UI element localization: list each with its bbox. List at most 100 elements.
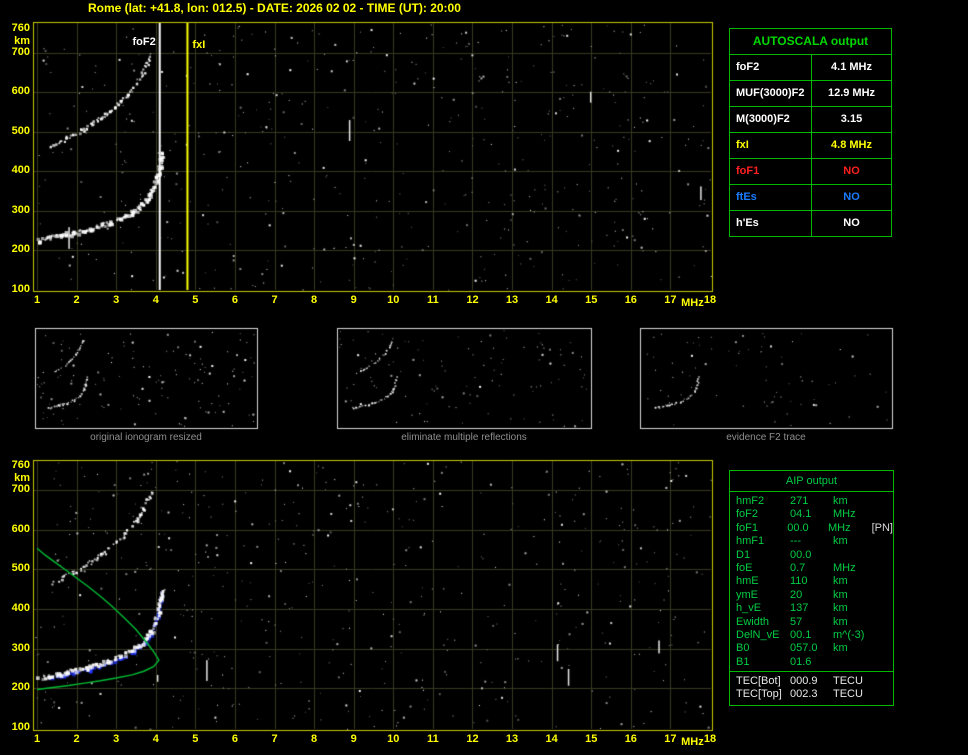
autoscala-param-value: NO (843, 217, 860, 229)
aip-param-label: TEC[Top] (736, 688, 782, 701)
aip-row-B1: B1 01.6 (730, 656, 893, 669)
x-tick-label: 14 (545, 733, 558, 745)
x-tick-label: 16 (624, 294, 637, 306)
x-tick-label: 13 (505, 733, 519, 745)
thumbnail-caption-original: original ionogram resized (90, 432, 202, 443)
aip-param-label: B0 (736, 642, 750, 655)
aip-param-value: 002.3 (790, 688, 818, 701)
autoscala-param-label: foF1 (730, 159, 812, 184)
aip-param-unit: MHz (833, 561, 856, 574)
autoscala-row-ftEs: ftEs NO (730, 185, 891, 211)
aip-param-unit: km (833, 642, 848, 655)
x-tick-label: 8 (311, 733, 318, 745)
y-tick-label: 700 (11, 45, 30, 58)
aip-row-D1: D1 00.0 (730, 549, 893, 562)
aip-param-unit: km (833, 615, 848, 628)
aip-row-foF2: foF2 04.1 MHz (730, 508, 893, 521)
x-tick-label: 7 (271, 733, 278, 745)
aip-param-label: hmE (736, 575, 759, 588)
aip-param-extra (879, 562, 893, 575)
station-date-time-title: Rome (lat: +41.8, lon: 012.5) - DATE: 20… (88, 1, 461, 15)
x-tick-label: 17 (664, 733, 677, 745)
autoscala-param-value: 4.1 MHz (831, 61, 872, 73)
y-tick-label: 500 (11, 562, 30, 575)
aip-param-label: ymE (736, 588, 758, 601)
y-tick-label: 760 (11, 459, 30, 471)
aip-param-extra (879, 675, 893, 688)
aip-param-unit: km (833, 575, 848, 588)
x-tick-label: 11 (427, 294, 439, 306)
x-tick-label: 17 (664, 294, 677, 306)
autoscala-param-label: fxI (730, 133, 812, 158)
x-tick-label: 10 (387, 294, 400, 306)
aip-param-extra (879, 535, 893, 548)
y-tick-label: 600 (11, 85, 30, 98)
aip-param-value: 00.1 (790, 628, 812, 641)
aip-output-rows: hmF2 271 km foF2 04.1 MHz foF1 00.0 MHz [PN] hmF1 -… (730, 492, 893, 671)
aip-param-label: foF2 (736, 508, 759, 521)
aip-param-extra (879, 575, 893, 588)
x-axis-unit-label: MHz (681, 736, 704, 748)
aip-row-hvE: h_vE 137 km (730, 602, 893, 615)
x-tick-label: 11 (427, 733, 439, 745)
fxI-annotation-label: fxI (192, 39, 206, 51)
y-tick-label: 400 (11, 164, 30, 177)
autoscala-param-label: M(3000)F2 (730, 107, 812, 132)
y-tick-label: 300 (11, 641, 30, 654)
autoscala-row-hEs: h'Es NO (730, 211, 891, 236)
x-tick-label: 6 (231, 294, 238, 306)
aip-param-unit (833, 549, 879, 562)
aip-param-value: 271 (790, 495, 809, 507)
y-tick-label: 200 (11, 243, 30, 256)
x-tick-label: 15 (585, 294, 598, 306)
x-tick-label: 1 (33, 294, 41, 306)
autoscala-output-panel: AUTOSCALA output foF2 4.1 MHz MUF(3000)F2 1… (729, 28, 892, 237)
thumbnail-caption-evidence: evidence F2 trace (726, 432, 806, 443)
x-tick-label: 14 (545, 294, 558, 306)
aip-param-value: --- (790, 535, 801, 548)
autoscala-output-rows: foF2 4.1 MHz MUF(3000)F2 12.9 MHz M(3000)F2 3… (730, 55, 891, 236)
aip-output-panel: AIP output hmF2 271 km foF2 04.1 MHz foF1 00.0 M… (729, 470, 894, 706)
x-tick-label: 5 (192, 733, 199, 745)
y-tick-label: 760 (11, 22, 30, 34)
x-tick-label: 3 (113, 733, 120, 745)
autoscala-row-M3000F2: M(3000)F2 3.15 (730, 107, 891, 133)
aip-param-unit: m^(-3) (833, 628, 865, 641)
x-axis-unit-label: MHz (681, 297, 704, 309)
x-tick-label: 2 (73, 733, 80, 745)
y-tick-label: 100 (11, 721, 30, 734)
x-tick-label: 3 (113, 294, 120, 306)
aip-row-hmF2: hmF2 271 km (730, 495, 893, 508)
y-tick-label: 600 (11, 522, 30, 535)
x-tick-label: 18 (703, 733, 717, 745)
aip-param-extra (879, 629, 893, 642)
aip-param-label: foE (736, 561, 753, 574)
foF2-annotation-label: foF2 (132, 36, 156, 48)
aip-param-value: 57 (790, 615, 803, 628)
aip-param-value: 137 (790, 602, 809, 615)
x-tick-label: 2 (73, 294, 80, 306)
autoscala-param-value: 4.8 MHz (831, 139, 872, 151)
aip-param-value: 0.7 (790, 561, 806, 574)
x-tick-label: 4 (152, 294, 159, 306)
aip-row-TECBot: TEC[Bot] 000.9 TECU (730, 675, 893, 688)
aip-param-unit: MHz (833, 508, 856, 521)
aip-row-TECTop: TEC[Top] 002.3 TECU (730, 688, 893, 701)
aip-param-extra: [PN] (871, 521, 893, 534)
x-tick-label: 6 (231, 733, 238, 745)
autoscala-param-value: 12.9 MHz (827, 87, 876, 99)
x-tick-label: 15 (585, 733, 598, 745)
autoscala-app-screen: Rome (lat: +41.8, lon: 012.5) - DATE: 20… (0, 0, 968, 755)
x-tick-label: 12 (466, 733, 479, 745)
aip-param-extra (879, 549, 893, 562)
aip-row-foE: foE 0.7 MHz (730, 562, 893, 575)
x-tick-label: 16 (624, 733, 637, 745)
aip-param-label: DelN_vE (736, 628, 780, 641)
aip-param-unit: km (833, 588, 848, 601)
autoscala-param-value: NO (843, 191, 860, 203)
aip-param-value: 20 (790, 588, 803, 601)
x-tick-label: 10 (387, 733, 400, 745)
x-tick-label: 1 (33, 733, 41, 745)
aip-output-header: AIP output (730, 471, 893, 492)
aip-param-label: foF1 (736, 521, 759, 534)
